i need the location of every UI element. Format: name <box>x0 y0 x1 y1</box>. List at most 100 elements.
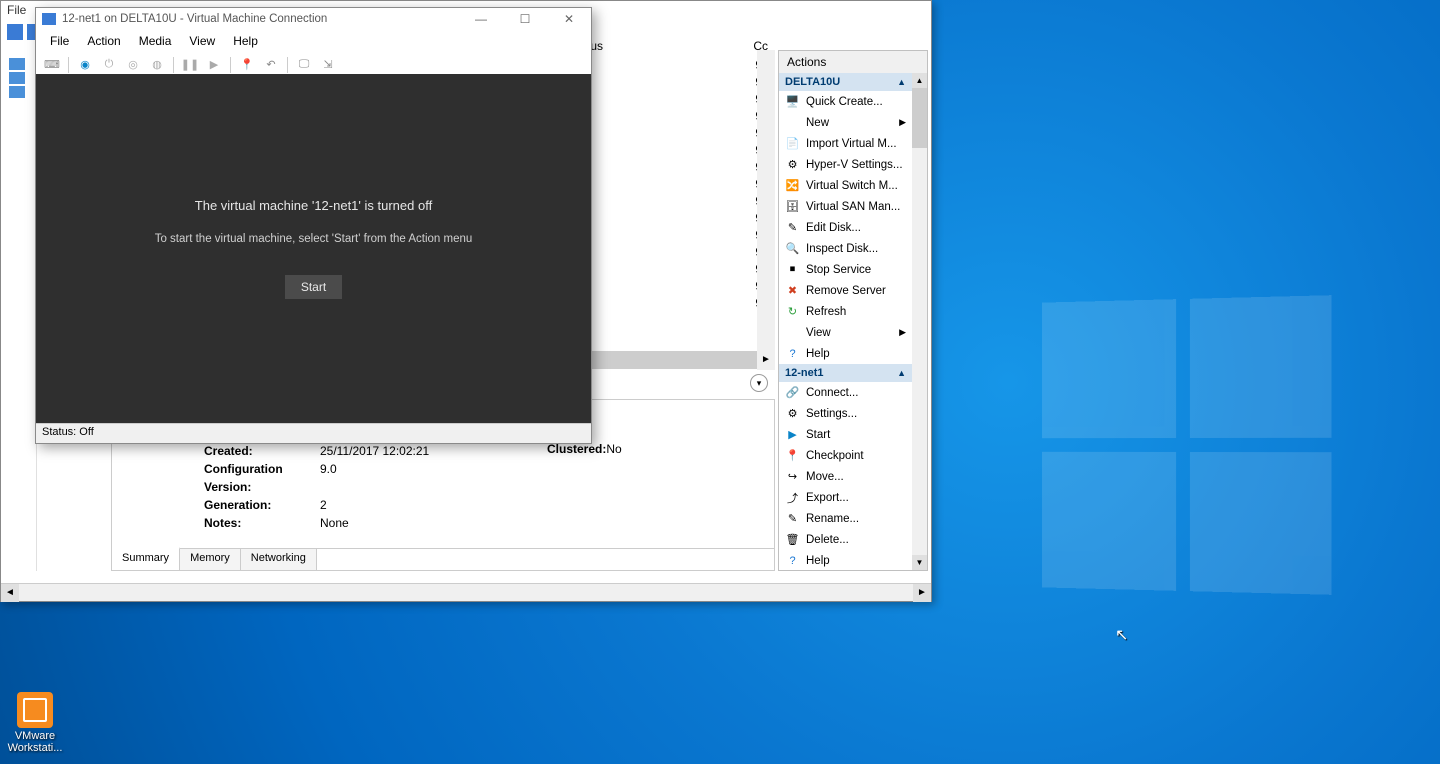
vm-properties: Created:25/11/2017 12:02:21Configuration… <box>204 442 429 532</box>
maximize-button[interactable]: ☐ <box>503 8 547 30</box>
vmc-status-bar: Status: Off <box>36 423 591 443</box>
action-connect[interactable]: 🔗Connect... <box>779 382 912 403</box>
settings-icon: ⚙ <box>785 406 800 421</box>
actions-section-delta10u[interactable]: DELTA10U▲ <box>779 73 912 91</box>
close-button[interactable]: ✕ <box>547 8 591 30</box>
action-label: Remove Server <box>806 285 886 297</box>
ctrl-alt-del-icon[interactable]: ⌨ <box>44 57 60 73</box>
action-label: Move... <box>806 471 844 483</box>
scroll-right-icon[interactable]: ► <box>757 351 775 369</box>
mgr-menu-file[interactable]: File <box>7 3 26 17</box>
vmc-titlebar[interactable]: 12-net1 on DELTA10U - Virtual Machine Co… <box>36 8 591 30</box>
action-new[interactable]: New▶ <box>779 112 912 133</box>
view-icon <box>785 325 800 340</box>
vmc-app-icon <box>42 13 56 25</box>
vmc-menu-help[interactable]: Help <box>233 34 258 48</box>
action-checkpoint[interactable]: 📍Checkpoint <box>779 445 912 466</box>
vmc-status-text: Status: Off <box>42 426 94 438</box>
action-start[interactable]: ▶Start <box>779 424 912 445</box>
enhanced-session-icon[interactable]: 🖵 <box>296 57 312 73</box>
scroll-down-icon[interactable]: ▼ <box>912 555 927 570</box>
vmc-menu-bar[interactable]: File Action Media View Help <box>36 30 591 52</box>
edit-disk-icon: ✎ <box>785 220 800 235</box>
desktop-icon-vmware[interactable]: VMware Workstati... <box>0 692 70 754</box>
checkpoint-icon: 📍 <box>785 448 800 463</box>
action-view[interactable]: View▶ <box>779 322 912 343</box>
actions-section-12-net1[interactable]: 12-net1▲ <box>779 364 912 382</box>
start-icon[interactable]: ◉ <box>77 57 93 73</box>
vm-connection-window[interactable]: 12-net1 on DELTA10U - Virtual Machine Co… <box>35 7 592 444</box>
pause-icon[interactable]: ❚❚ <box>182 57 198 73</box>
vm-start-hint: To start the virtual machine, select 'St… <box>155 233 473 245</box>
remove-server-icon: ✖ <box>785 283 800 298</box>
help-icon: ? <box>785 553 800 568</box>
share-icon[interactable]: ⇲ <box>320 57 336 73</box>
tab-memory[interactable]: Memory <box>180 549 241 570</box>
vmc-menu-media[interactable]: Media <box>139 34 172 48</box>
vmc-menu-file[interactable]: File <box>50 34 69 48</box>
checkpoint-icon[interactable]: 📍 <box>239 57 255 73</box>
action-import-virtual-m[interactable]: 📄Import Virtual M... <box>779 133 912 154</box>
action-inspect-disk[interactable]: 🔍 Inspect Disk... <box>779 238 912 259</box>
action-settings[interactable]: ⚙Settings... <box>779 403 912 424</box>
action-edit-disk[interactable]: ✎ Edit Disk... <box>779 217 912 238</box>
reset-icon[interactable]: ▶ <box>206 57 222 73</box>
action-help[interactable]: ?Help <box>779 550 912 570</box>
quick-create-icon: 🖥️ <box>785 94 800 109</box>
collapse-button[interactable]: ▾ <box>750 374 768 392</box>
save-icon[interactable]: ◍ <box>149 57 165 73</box>
actions-scrollbar[interactable]: ▲ ▼ <box>912 73 927 570</box>
scroll-right-icon[interactable]: ► <box>913 584 931 602</box>
action-move[interactable]: ↪Move... <box>779 466 912 487</box>
action-rename[interactable]: ✎Rename... <box>779 508 912 529</box>
action-label: Delete... <box>806 534 849 546</box>
hyper-v-settings-icon: ⚙ <box>785 157 800 172</box>
export-icon: ⤴ <box>785 490 800 505</box>
mgr-tree[interactable] <box>1 50 37 571</box>
actions-pane: Actions DELTA10U▲ 🖥️ Quick Create... New▶📄I… <box>778 50 928 571</box>
vmware-icon <box>17 692 53 728</box>
submenu-arrow-icon: ▶ <box>899 117 906 128</box>
tab-summary[interactable]: Summary <box>112 547 180 570</box>
vmc-menu-view[interactable]: View <box>189 34 215 48</box>
vm-list-scrollbar-v[interactable] <box>757 50 775 370</box>
rename-icon: ✎ <box>785 511 800 526</box>
help-icon: ? <box>785 346 800 361</box>
action-export[interactable]: ⤴ Export... <box>779 487 912 508</box>
back-icon[interactable] <box>7 24 23 40</box>
scroll-up-icon[interactable]: ▲ <box>912 73 927 88</box>
revert-icon[interactable]: ↶ <box>263 57 279 73</box>
turnoff-icon[interactable]: ⏻ <box>101 57 117 73</box>
start-icon: ▶ <box>785 427 800 442</box>
shutdown-icon[interactable]: ◎ <box>125 57 141 73</box>
action-label: Inspect Disk... <box>806 243 878 255</box>
action-label: Quick Create... <box>806 96 883 108</box>
mgr-scrollbar-h[interactable]: ◄ ► <box>1 583 931 601</box>
minimize-button[interactable]: — <box>459 8 503 30</box>
action-refresh[interactable]: ↻Refresh <box>779 301 912 322</box>
tab-networking[interactable]: Networking <box>241 549 317 570</box>
actions-pane-title: Actions <box>779 51 927 74</box>
tree-node[interactable] <box>9 86 25 98</box>
inspect-disk-icon: 🔍 <box>785 241 800 256</box>
action-label: Edit Disk... <box>806 222 861 234</box>
action-virtual-switch-m[interactable]: 🔀Virtual Switch M... <box>779 175 912 196</box>
prop-key: Generation: <box>204 496 320 514</box>
scroll-left-icon[interactable]: ◄ <box>1 584 19 602</box>
action-label: Refresh <box>806 306 846 318</box>
action-help[interactable]: ?Help <box>779 343 912 364</box>
vmc-menu-action[interactable]: Action <box>87 34 120 48</box>
desktop-icon-label: VMware Workstati... <box>0 730 70 754</box>
action-virtual-san-man[interactable]: 🗄Virtual SAN Man... <box>779 196 912 217</box>
action-hyper-v-settings[interactable]: ⚙Hyper-V Settings... <box>779 154 912 175</box>
action-remove-server[interactable]: ✖ Remove Server <box>779 280 912 301</box>
action-label: Export... <box>806 492 849 504</box>
action-delete[interactable]: 🗑Delete... <box>779 529 912 550</box>
start-button[interactable]: Start <box>285 275 342 299</box>
action-stop-service[interactable]: ⏹Stop Service <box>779 259 912 280</box>
action-label: Connect... <box>806 387 858 399</box>
tree-node[interactable] <box>9 58 25 70</box>
tree-node[interactable] <box>9 72 25 84</box>
vmc-title: 12-net1 on DELTA10U - Virtual Machine Co… <box>62 13 327 25</box>
action-quick-create[interactable]: 🖥️ Quick Create... <box>779 91 912 112</box>
